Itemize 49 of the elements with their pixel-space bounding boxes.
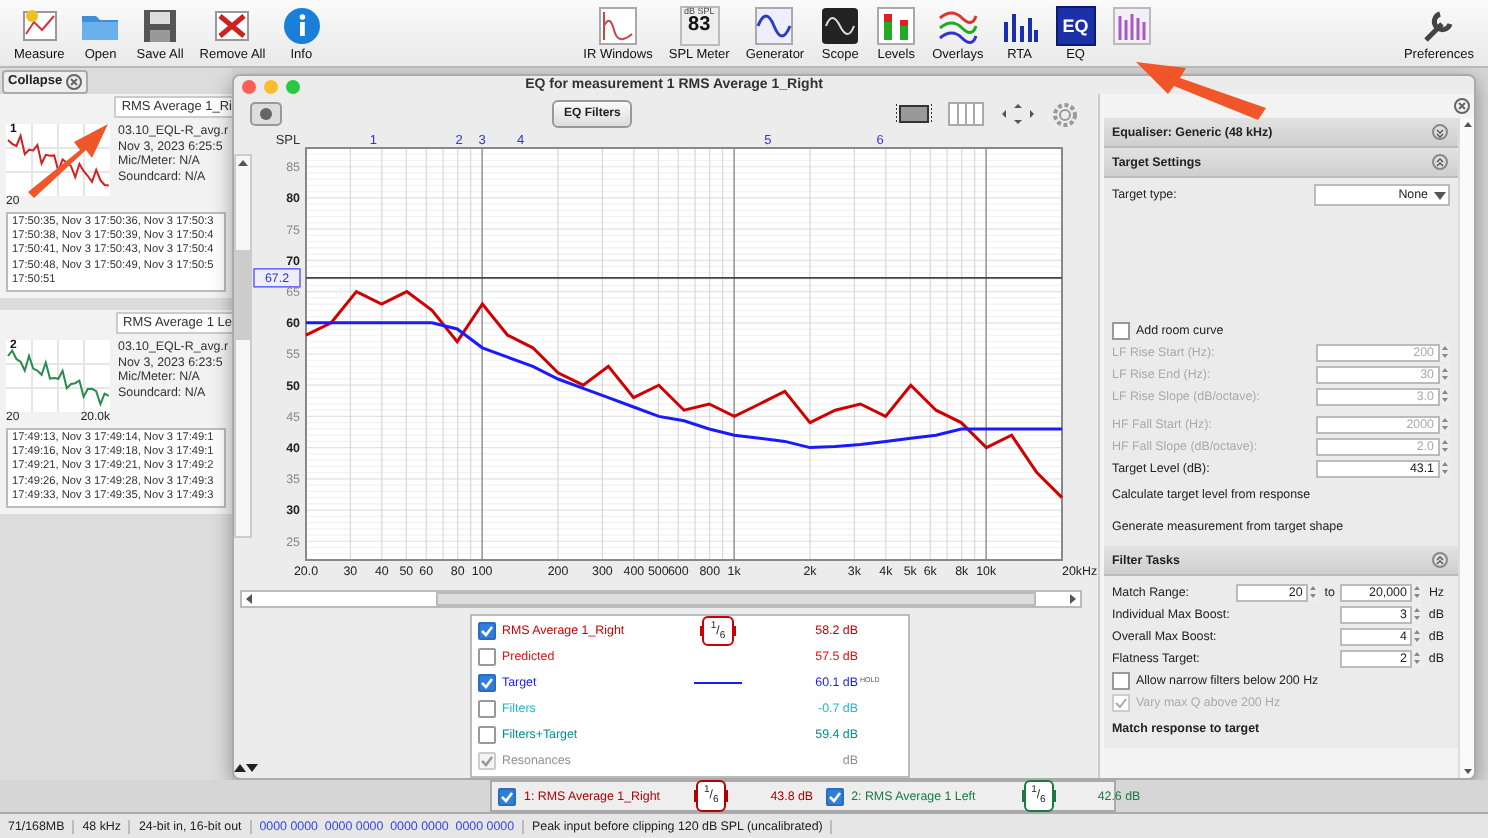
level-meter-icon (876, 5, 917, 45)
info-icon (281, 5, 322, 45)
impulse-icon (598, 5, 639, 45)
move-icon[interactable] (1000, 102, 1036, 126)
scroll-left-icon[interactable] (242, 592, 256, 606)
icon-reading: 83 (688, 16, 711, 36)
scroll-right-icon[interactable] (1066, 592, 1080, 606)
bars-icon (1111, 5, 1152, 45)
dropdown-arrow-icon (1432, 187, 1448, 203)
close-button[interactable] (242, 80, 256, 94)
collapse-icon[interactable] (1432, 552, 1448, 568)
checkbox[interactable] (478, 648, 496, 666)
expand-icon[interactable] (1432, 124, 1448, 140)
scroll-thumb[interactable] (236, 250, 250, 340)
line-swatch (694, 681, 742, 685)
settings-icon[interactable] (1052, 101, 1078, 127)
eq-icon: EQ (1055, 5, 1096, 45)
target-level-line[interactable] (305, 277, 1063, 279)
checkbox[interactable] (478, 700, 496, 718)
graph-window-icon[interactable] (896, 102, 932, 126)
zoom-button[interactable] (286, 80, 300, 94)
grid-icon[interactable] (948, 102, 984, 126)
camera-icon[interactable] (250, 102, 282, 126)
checkbox[interactable] (1112, 671, 1130, 689)
scroll-up-icon[interactable] (1461, 118, 1473, 130)
checkbox[interactable] (478, 622, 496, 640)
close-icon (66, 73, 83, 89)
scroll-down-icon[interactable] (1461, 766, 1473, 778)
measurement-panel[interactable] (0, 94, 232, 299)
scrollbar[interactable] (1458, 118, 1474, 778)
checkbox[interactable] (498, 787, 516, 805)
scroll-up-icon[interactable] (236, 156, 250, 170)
scope-icon (820, 5, 861, 45)
collapse-icon[interactable] (1432, 154, 1448, 170)
measure-icon (19, 5, 60, 45)
remove-icon (212, 5, 253, 45)
scroll-thumb[interactable] (436, 592, 1036, 606)
measurement-panel[interactable] (0, 310, 232, 515)
scrollbar[interactable] (234, 154, 252, 538)
close-icon[interactable] (1454, 98, 1470, 114)
resize-icon[interactable] (234, 762, 258, 774)
overlay-curves-icon (937, 5, 978, 45)
scrollbar[interactable] (240, 590, 1082, 608)
checkbox[interactable] (478, 674, 496, 692)
save-icon (140, 5, 181, 45)
checkbox[interactable] (825, 787, 844, 805)
checkbox[interactable] (1112, 321, 1130, 339)
checkbox[interactable] (478, 726, 496, 744)
sine-wave-icon (754, 5, 795, 45)
